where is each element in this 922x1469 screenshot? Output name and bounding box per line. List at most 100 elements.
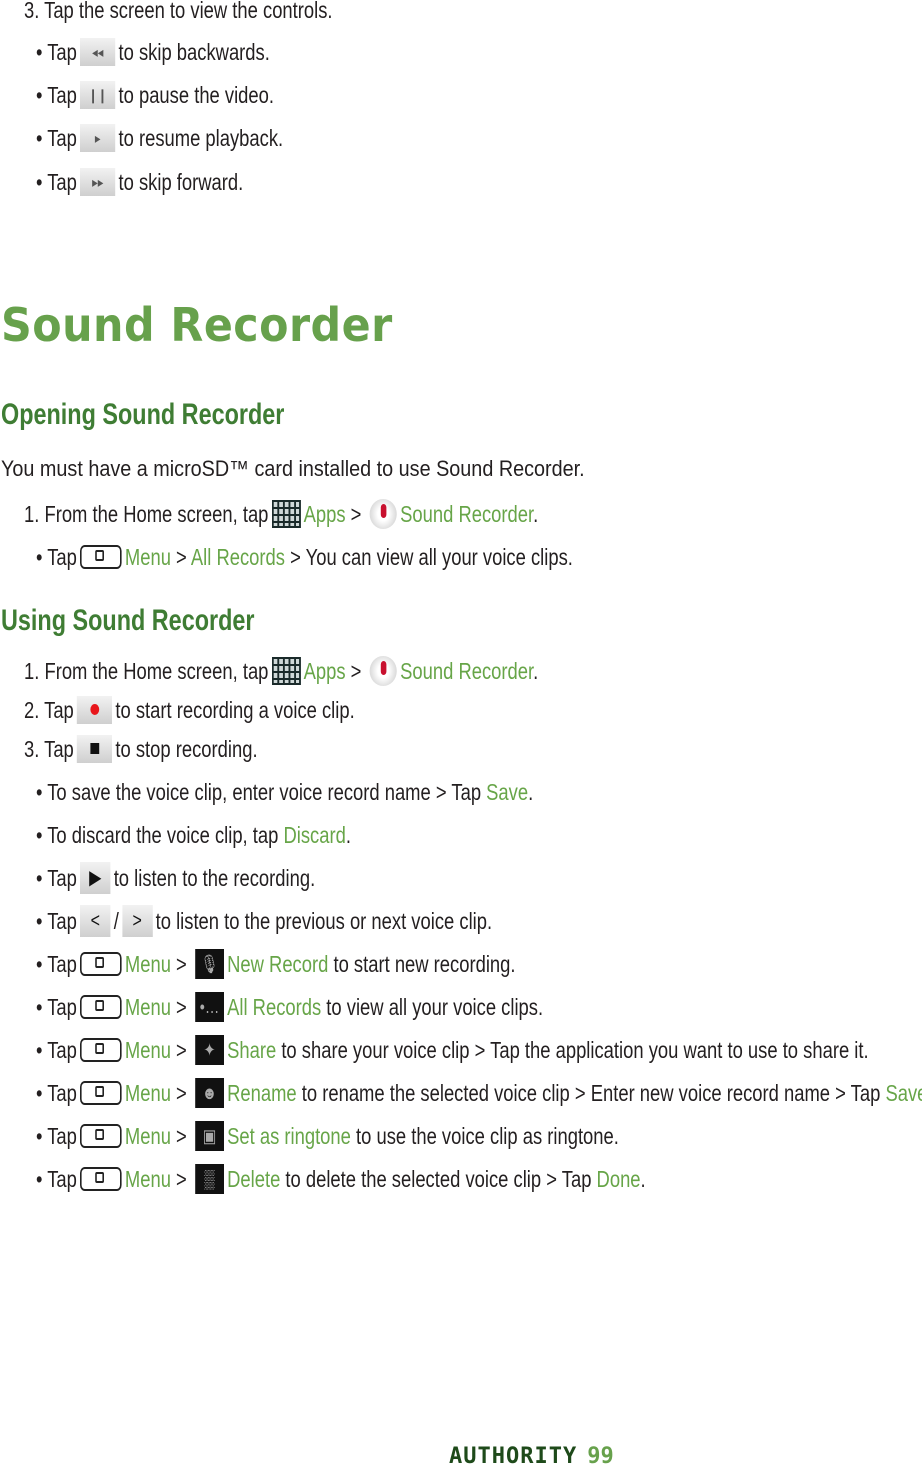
ui-term: Rename	[227, 1080, 297, 1106]
ui-term: Apps	[303, 501, 346, 527]
menu-key-icon	[80, 1080, 122, 1105]
instruction-line: • Tap Menu > ✦ Share to share your voice c…	[36, 1034, 869, 1067]
instruction-line: • Tap ▸ to resume playback.	[36, 123, 283, 154]
ui-term: Discard	[283, 822, 346, 848]
instruction-text: to view all your voice clips.	[321, 994, 544, 1020]
instruction-text: 2. Tap	[24, 697, 74, 723]
previous-icon: <	[80, 904, 111, 937]
ui-term: New Record	[227, 951, 329, 977]
instruction-text: 1. From the Home screen, tap	[24, 501, 269, 527]
instruction-text: to pause the video.	[118, 82, 275, 108]
ui-term: Menu	[124, 1123, 171, 1149]
instruction-text: 3. Tap	[24, 736, 74, 762]
instruction-line: • Tap Menu > ▣ Set as ringtone to use the …	[36, 1120, 619, 1153]
instruction-text: to listen to the previous or next voice …	[155, 908, 493, 934]
ui-term: All Records	[190, 544, 285, 570]
ui-term: Sound Recorder	[400, 501, 534, 527]
instruction-line: • Tap Menu > •… All Records to view all yo…	[36, 991, 544, 1024]
instruction-text: • Tap	[36, 125, 77, 151]
instruction-text: • To discard the voice clip, tap	[36, 822, 284, 848]
menu-key-icon	[80, 994, 122, 1019]
instruction-text: to listen to the recording.	[113, 865, 316, 891]
instruction-text: >	[170, 951, 192, 977]
instruction-line: 3. Tap to stop recording.	[24, 734, 258, 765]
fast-forward-icon: ▸▸	[80, 167, 116, 196]
play-icon: ▶	[80, 861, 111, 894]
instruction-text: >	[170, 1080, 192, 1106]
instruction-text: to share your voice clip > Tap the appli…	[276, 1037, 869, 1063]
instruction-text: • Tap	[36, 908, 77, 934]
instruction-text: to use the voice clip as ringtone.	[350, 1123, 619, 1149]
instruction-text: • Tap	[36, 1080, 77, 1106]
pause-icon: ❙❙	[80, 80, 116, 109]
menu-key-icon	[80, 1037, 122, 1062]
share-icon: ✦	[195, 1034, 224, 1065]
instruction-text: >	[345, 658, 367, 684]
sound-recorder-icon	[369, 655, 397, 686]
instruction-text: >	[170, 994, 192, 1020]
ui-term: Sound Recorder	[400, 658, 534, 684]
ui-term: Delete	[227, 1166, 281, 1192]
instruction-text: /	[113, 908, 119, 934]
record-icon	[77, 695, 113, 724]
instruction-text: • Tap	[36, 865, 77, 891]
instruction-text: • Tap	[36, 169, 77, 195]
instruction-line: • Tap Menu > All Records > You can view a…	[36, 542, 573, 572]
instruction-text: to start recording a voice clip.	[115, 697, 355, 723]
apps-icon	[271, 499, 301, 528]
stop-icon	[77, 734, 113, 763]
instruction-text: to start new recording.	[328, 951, 516, 977]
instruction-text: • Tap	[36, 1037, 77, 1063]
intro-text: You must have a microSD™ card installed …	[1, 456, 585, 481]
instruction-line: 3. Tap the screen to view the controls.	[24, 0, 333, 25]
ui-term: Menu	[124, 1080, 171, 1106]
ui-term: Menu	[124, 951, 171, 977]
instruction-text: .	[528, 779, 534, 805]
apps-icon	[271, 656, 301, 685]
ui-term: Menu	[124, 544, 171, 570]
instruction-text: to skip backwards.	[118, 39, 270, 65]
instruction-text: • Tap	[36, 1166, 77, 1192]
instruction-line: • Tap < / > to listen to the previous or nex…	[36, 904, 493, 939]
page-title: Sound Recorder	[1, 298, 393, 352]
all-records-icon: •…	[195, 991, 224, 1022]
instruction-line: 2. Tap to start recording a voice clip.	[24, 695, 355, 726]
instruction-line: 1. From the Home screen, tap Apps > Sound…	[24, 498, 538, 531]
instruction-text: • Tap	[36, 1123, 77, 1149]
instruction-text: .	[533, 658, 539, 684]
instruction-text: >	[170, 1123, 192, 1149]
instruction-text: 3. Tap the screen to view the controls.	[24, 0, 333, 23]
instruction-text: >	[345, 501, 367, 527]
instruction-text: • Tap	[36, 951, 77, 977]
ui-term: Menu	[124, 1166, 171, 1192]
menu-key-icon	[80, 951, 122, 976]
instruction-text: • Tap	[36, 82, 77, 108]
instruction-text: .	[640, 1166, 646, 1192]
instruction-text: to resume playback.	[118, 125, 284, 151]
instruction-text: >	[170, 1166, 192, 1192]
instruction-line: • Tap ◂◂ to skip backwards.	[36, 37, 270, 68]
instruction-text: to delete the selected voice clip > Tap	[280, 1166, 597, 1192]
section-heading-opening: Opening Sound Recorder	[1, 398, 285, 431]
sound-recorder-icon	[369, 498, 397, 529]
brand-logo: AUTHORITY	[449, 1444, 578, 1469]
ui-term: All Records	[227, 994, 322, 1020]
ringtone-icon: ▣	[195, 1120, 224, 1151]
next-icon: >	[122, 904, 153, 937]
instruction-line: • Tap Menu > 🎙 New Record to start new rec…	[36, 948, 516, 981]
instruction-line: • Tap ▶ to listen to the recording.	[36, 861, 316, 896]
instruction-text: .	[345, 822, 351, 848]
play-small-icon: ▸	[80, 123, 116, 152]
ui-term: Done	[596, 1166, 641, 1192]
instruction-line: • Tap Menu > ▒ Delete to delete the select…	[36, 1163, 646, 1196]
instruction-text: >	[170, 544, 191, 570]
instruction-text: to rename the selected voice clip > Ente…	[296, 1080, 886, 1106]
ui-term: Apps	[303, 658, 346, 684]
instruction-line: 1. From the Home screen, tap Apps > Sound…	[24, 655, 539, 688]
instruction-line: • Tap ❙❙ to pause the video.	[36, 80, 274, 111]
ui-term: Menu	[124, 1037, 171, 1063]
ui-term: Save	[885, 1080, 922, 1106]
instruction-text: to stop recording.	[115, 736, 258, 762]
instruction-text: • Tap	[36, 544, 77, 570]
ui-term: Set as ringtone	[227, 1123, 351, 1149]
